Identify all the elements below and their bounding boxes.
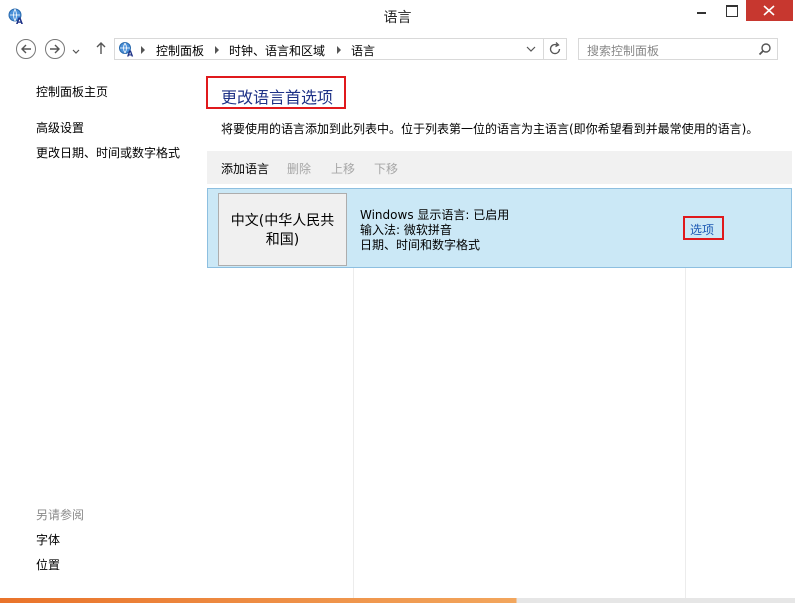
refresh-icon[interactable] — [547, 41, 563, 60]
breadcrumb-clock-language-region[interactable]: 时钟、语言和区域 — [229, 42, 325, 59]
language-name: 中文(中华人民共 和国) — [219, 212, 346, 250]
recent-locations-chevron-icon[interactable] — [72, 44, 80, 58]
search-box[interactable]: 搜索控制面板 — [578, 38, 778, 60]
breadcrumb-separator-icon[interactable] — [337, 46, 341, 54]
title-bar: A 语言 — [0, 0, 795, 31]
address-divider — [543, 39, 544, 59]
options-link[interactable]: 选项 — [690, 221, 714, 238]
add-language-button[interactable]: 添加语言 — [221, 160, 269, 177]
address-bar[interactable]: A 控制面板 时钟、语言和区域 语言 — [114, 38, 567, 60]
close-icon — [763, 5, 775, 16]
sidebar-change-date-time-format[interactable]: 更改日期、时间或数字格式 — [36, 144, 180, 161]
sidebar-advanced-settings[interactable]: 高级设置 — [36, 119, 84, 136]
maximize-button[interactable] — [716, 0, 746, 21]
arrow-left-icon — [21, 44, 31, 54]
address-history-chevron-icon[interactable] — [526, 42, 536, 59]
search-icon[interactable] — [758, 42, 772, 59]
control-panel-icon: A — [118, 41, 136, 60]
page-title: 更改语言首选项 — [221, 88, 334, 107]
language-toolbar: 添加语言 删除 上移 下移 — [207, 151, 792, 184]
page-description: 将要使用的语言添加到此列表中。位于列表第一位的语言为主语言(即你希望看到并最常使… — [221, 122, 759, 136]
back-button[interactable] — [16, 39, 36, 59]
sidebar-fonts[interactable]: 字体 — [36, 531, 60, 548]
sidebar-location[interactable]: 位置 — [36, 556, 60, 573]
breadcrumb-separator-icon[interactable] — [215, 46, 219, 54]
move-down-button[interactable]: 下移 — [374, 160, 398, 177]
forward-button[interactable] — [45, 39, 65, 59]
breadcrumb-language[interactable]: 语言 — [351, 42, 375, 59]
options-link-highlight: 选项 — [683, 216, 724, 240]
arrow-right-icon — [50, 44, 60, 54]
window-title: 语言 — [383, 10, 412, 26]
column-divider — [685, 268, 686, 603]
sidebar-control-panel-home[interactable]: 控制面板主页 — [36, 83, 108, 100]
navigation-bar: A 控制面板 时钟、语言和区域 语言 搜索控制面板 — [0, 31, 795, 66]
close-button[interactable] — [746, 0, 793, 21]
language-list: 中文(中华人民共 和国) Windows 显示语言: 已启用 输入法: 微软拼音 … — [207, 188, 792, 603]
up-arrow-icon[interactable] — [95, 41, 107, 58]
remove-button[interactable]: 删除 — [287, 160, 311, 177]
breadcrumb-control-panel[interactable]: 控制面板 — [156, 42, 204, 59]
search-placeholder[interactable]: 搜索控制面板 — [587, 42, 659, 59]
language-tile[interactable]: 中文(中华人民共 和国) — [218, 193, 347, 266]
minimize-button[interactable] — [686, 0, 716, 21]
page-title-highlight: 更改语言首选项 — [206, 76, 346, 109]
svg-text:A: A — [127, 50, 134, 58]
taskbar-edge — [0, 598, 795, 603]
language-row-chinese[interactable]: 中文(中华人民共 和国) Windows 显示语言: 已启用 输入法: 微软拼音 … — [207, 188, 792, 268]
move-up-button[interactable]: 上移 — [331, 160, 355, 177]
breadcrumb-separator-icon[interactable] — [141, 46, 145, 54]
date-time-number-format: 日期、时间和数字格式 — [360, 238, 481, 252]
column-divider — [353, 268, 354, 603]
see-also-heading: 另请参阅 — [36, 508, 85, 522]
language-name-line1: 中文(中华人民共 — [230, 213, 335, 229]
language-name-line2: 和国) — [265, 232, 300, 248]
